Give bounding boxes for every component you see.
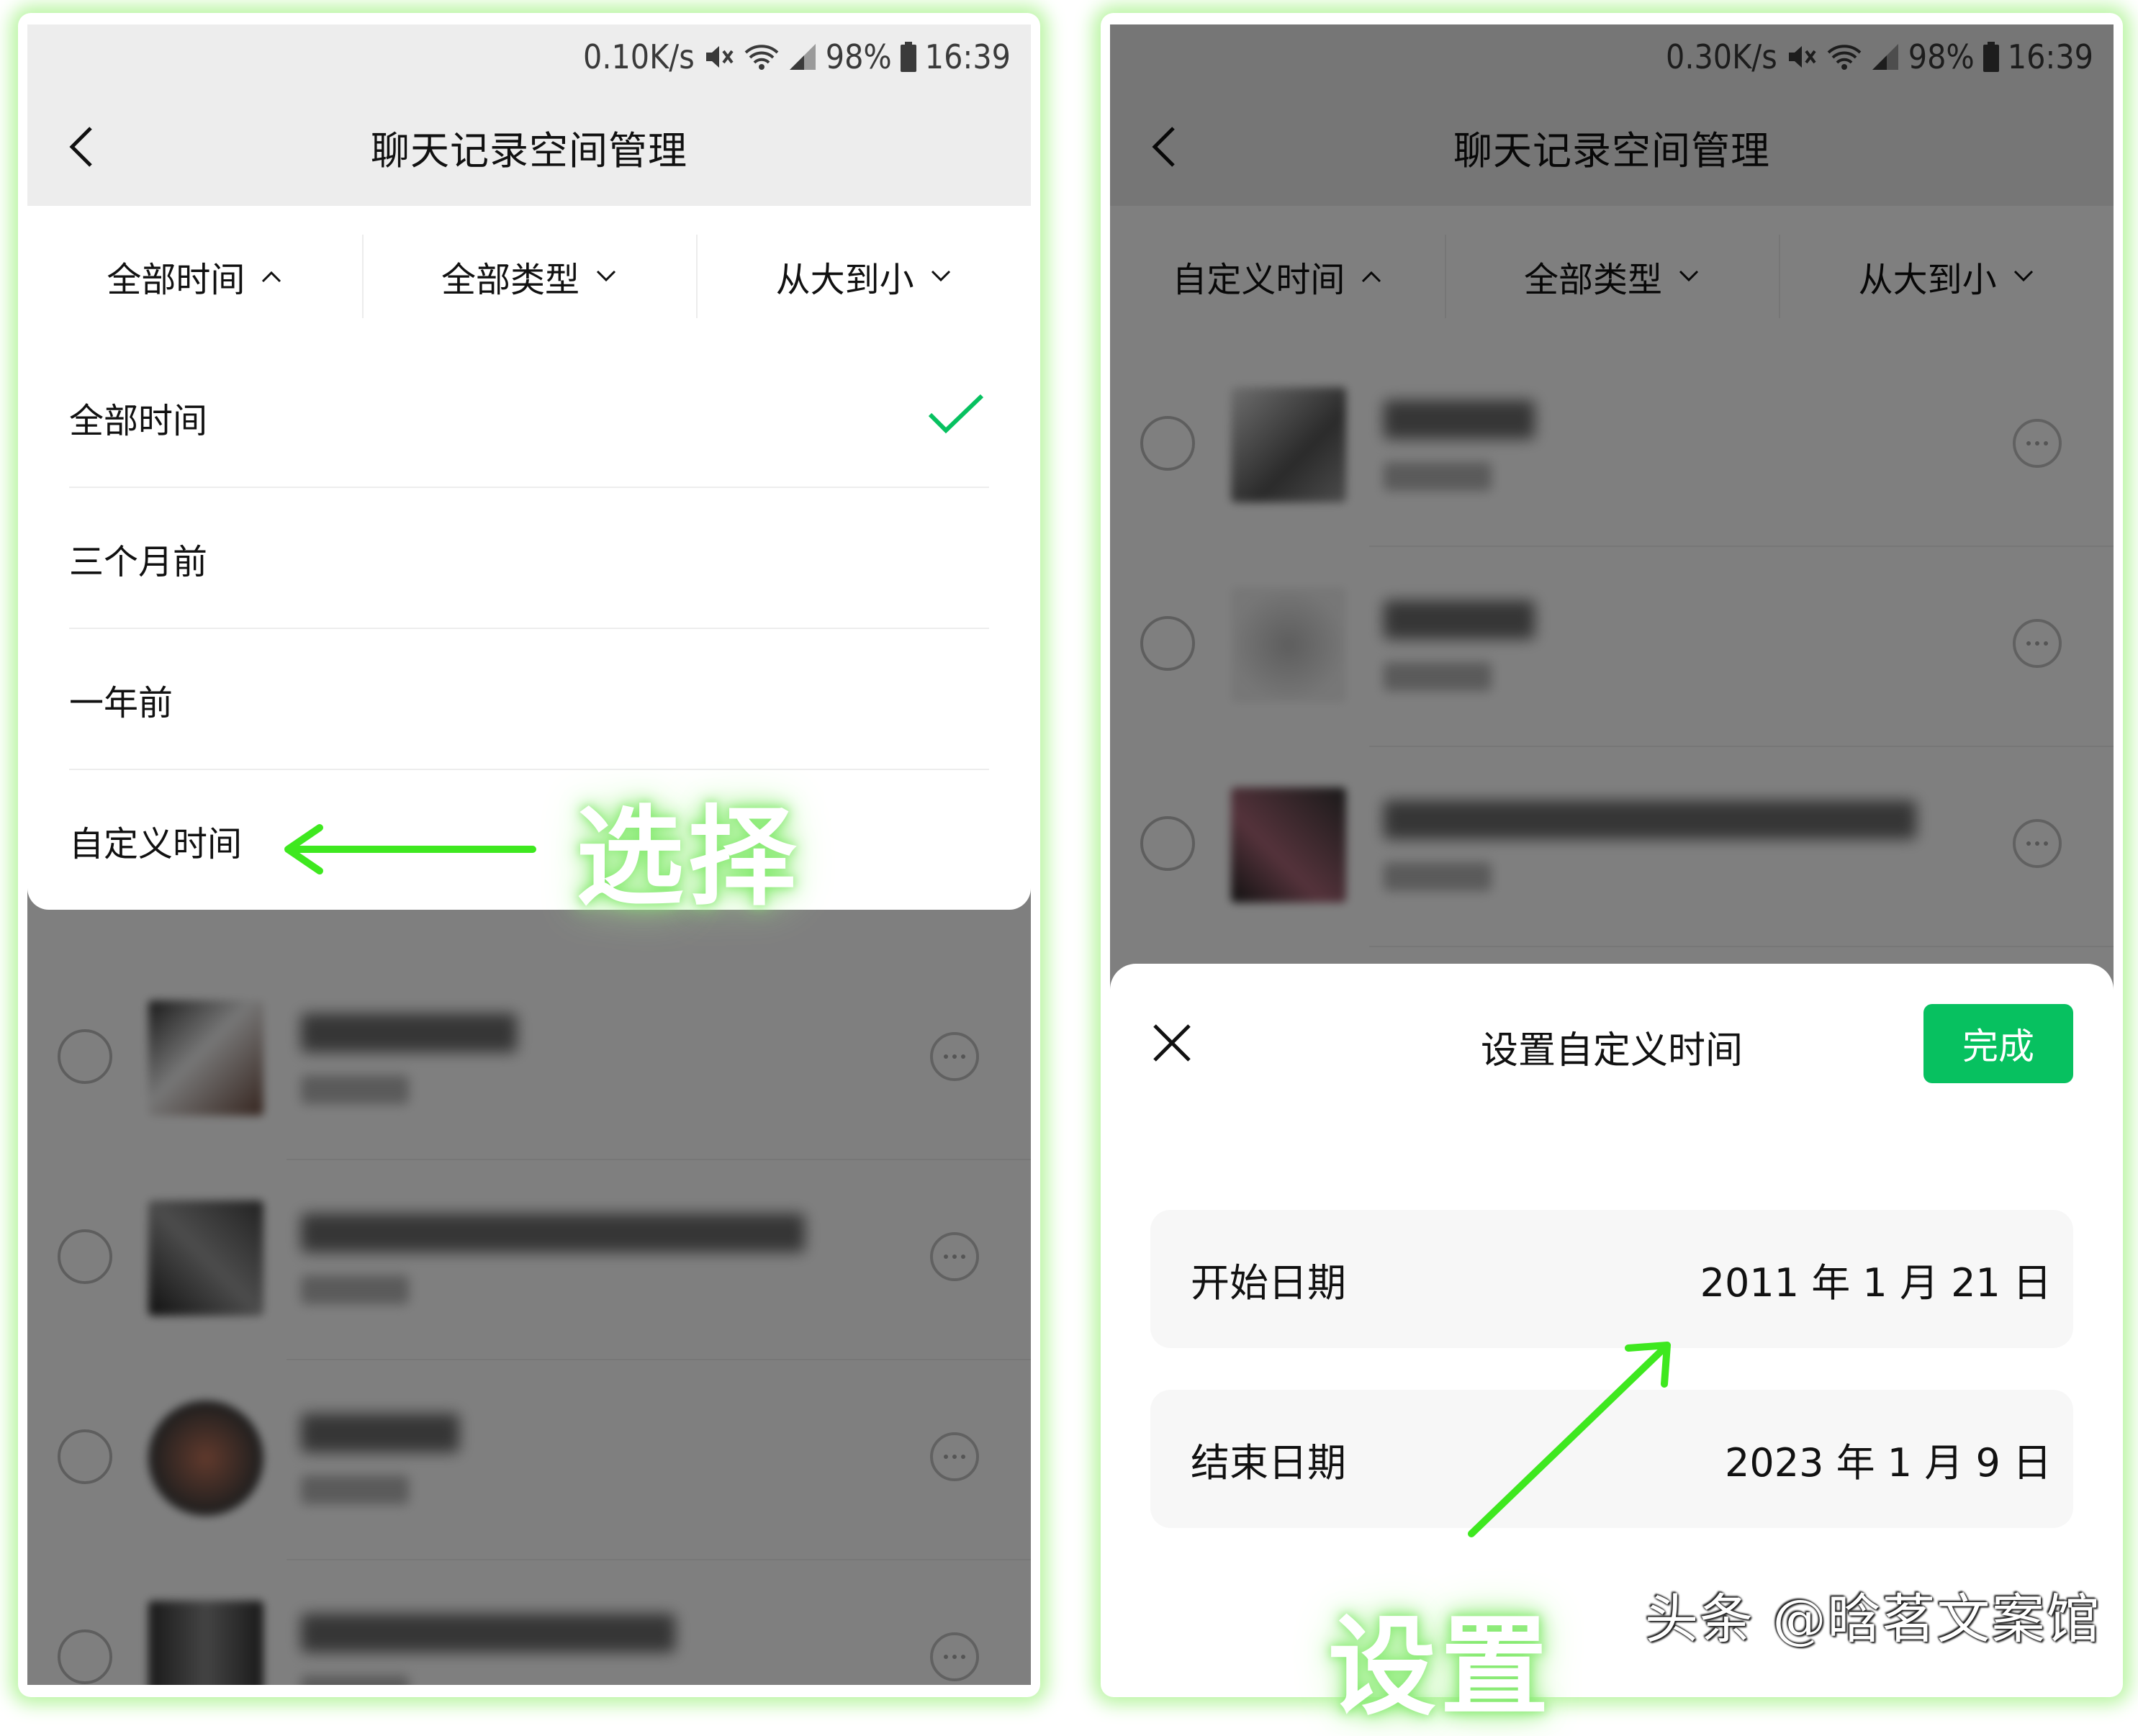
title-bar: 聊天记录空间管理 bbox=[27, 89, 1031, 204]
start-date-value: 2011 年 1 月 21 日 bbox=[1700, 1260, 2052, 1306]
watermark: 头条 @晗茗文案馆 bbox=[1645, 1588, 2101, 1650]
end-date-label: 结束日期 bbox=[1191, 1439, 1346, 1486]
filter-sort-label: 从大到小 bbox=[775, 260, 914, 300]
end-date-value: 2023 年 1 月 9 日 bbox=[1725, 1439, 2052, 1486]
done-button[interactable]: 完成 bbox=[1923, 1004, 2073, 1083]
filter-type-label: 全部类型 bbox=[441, 260, 580, 300]
filter-bar: 全部时间 全部类型 从大到小 bbox=[27, 206, 1031, 348]
back-arrow-icon[interactable] bbox=[62, 125, 105, 168]
filter-sort[interactable]: 从大到小 bbox=[696, 206, 1031, 347]
wifi-icon bbox=[744, 45, 779, 70]
chevron-up-icon bbox=[262, 271, 281, 283]
option-label: 一年前 bbox=[69, 683, 173, 723]
time-option-three-months[interactable]: 三个月前 bbox=[69, 488, 989, 629]
chevron-down-icon bbox=[596, 270, 616, 282]
page-title: 聊天记录空间管理 bbox=[371, 127, 687, 173]
mute-icon bbox=[705, 46, 734, 68]
filter-time[interactable]: 全部时间 bbox=[27, 206, 362, 347]
signal-icon bbox=[789, 44, 816, 70]
option-label: 三个月前 bbox=[69, 542, 208, 582]
option-label: 自定义时间 bbox=[69, 824, 243, 864]
time-option-one-year[interactable]: 一年前 bbox=[69, 629, 989, 770]
start-date-label: 开始日期 bbox=[1191, 1260, 1346, 1306]
annotation-arrow-left bbox=[284, 824, 536, 874]
annotation-set-label: 设置 bbox=[1328, 1605, 1553, 1730]
filter-time-label: 全部时间 bbox=[107, 260, 245, 300]
network-speed: 0.10K/s bbox=[583, 37, 695, 76]
chevron-down-icon bbox=[931, 270, 950, 282]
clock: 16:39 bbox=[924, 37, 1011, 76]
start-date-row[interactable]: 开始日期 2011 年 1 月 21 日 bbox=[1150, 1210, 2073, 1348]
status-bar: 0.10K/s 98% 16:39 bbox=[27, 24, 1031, 89]
checkmark-icon bbox=[928, 394, 984, 434]
option-label: 全部时间 bbox=[69, 401, 208, 441]
time-option-all[interactable]: 全部时间 bbox=[69, 347, 989, 488]
annotation-arrow-right bbox=[1468, 1342, 1671, 1537]
battery-percent: 98% bbox=[825, 37, 892, 76]
filter-type[interactable]: 全部类型 bbox=[361, 206, 697, 347]
battery-icon bbox=[900, 42, 916, 72]
annotation-select-label: 选择 bbox=[576, 795, 801, 921]
